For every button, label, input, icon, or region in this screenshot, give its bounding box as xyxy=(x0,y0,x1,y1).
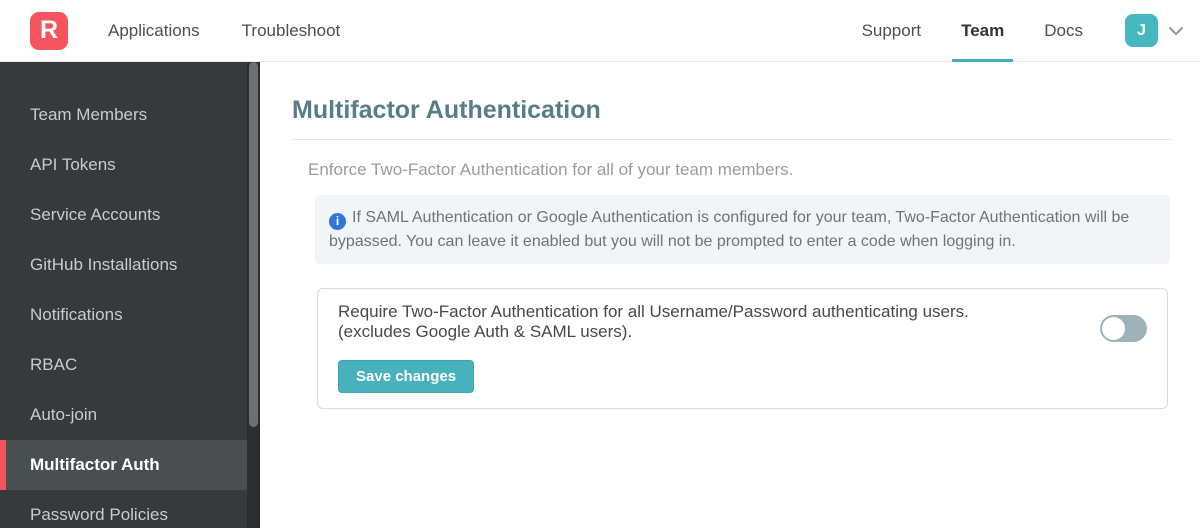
sidebar-scrollbar-thumb[interactable] xyxy=(249,62,258,427)
sidebar-item-multifactor-auth[interactable]: Multifactor Auth xyxy=(0,440,260,490)
sidebar-item-notifications[interactable]: Notifications xyxy=(0,290,260,340)
sidebar-item-team-members[interactable]: Team Members xyxy=(0,90,260,140)
user-menu[interactable]: J xyxy=(1125,14,1184,47)
page-title: Multifactor Authentication xyxy=(292,96,601,124)
page-description: Enforce Two-Factor Authentication for al… xyxy=(308,160,794,179)
nav-item-docs[interactable]: Docs xyxy=(1044,0,1083,62)
nav-left-group: Applications Troubleshoot xyxy=(108,0,340,62)
nav-item-applications[interactable]: Applications xyxy=(108,0,200,62)
rollbar-logo[interactable]: R xyxy=(30,11,68,50)
nav-item-support[interactable]: Support xyxy=(862,0,922,62)
two-factor-toggle[interactable] xyxy=(1100,315,1147,342)
settings-sidebar: Team Members API Tokens Service Accounts… xyxy=(0,62,260,528)
setting-label-line1: Require Two-Factor Authentication for al… xyxy=(338,302,969,321)
avatar-initial: J xyxy=(1137,21,1146,39)
chevron-down-icon xyxy=(1168,26,1184,36)
nav-right-group: Support Team Docs J xyxy=(862,0,1184,62)
sidebar-item-service-accounts[interactable]: Service Accounts xyxy=(0,190,260,240)
nav-item-troubleshoot[interactable]: Troubleshoot xyxy=(242,0,341,62)
sidebar-item-api-tokens[interactable]: API Tokens xyxy=(0,140,260,190)
sidebar-scrollbar[interactable] xyxy=(247,62,260,528)
save-changes-button[interactable]: Save changes xyxy=(338,360,475,393)
saml-info-note: i If SAML Authentication or Google Authen… xyxy=(315,195,1170,264)
toggle-knob xyxy=(1102,317,1125,340)
info-note-text: If SAML Authentication or Google Authent… xyxy=(329,209,1130,250)
setting-label: Require Two-Factor Authentication for al… xyxy=(338,302,1100,342)
setting-label-line2: (excludes Google Auth & SAML users). xyxy=(338,322,633,341)
two-factor-setting-card: Require Two-Factor Authentication for al… xyxy=(317,288,1168,409)
avatar: J xyxy=(1125,14,1158,47)
info-icon: i xyxy=(329,213,346,230)
logo-letter: R xyxy=(39,16,59,44)
sidebar-item-password-policies[interactable]: Password Policies xyxy=(0,490,260,528)
sidebar-item-auto-join[interactable]: Auto-join xyxy=(0,390,260,440)
nav-item-team[interactable]: Team xyxy=(952,0,1014,62)
main-content: Multifactor Authentication Enforce Two-F… xyxy=(260,62,1200,528)
title-divider xyxy=(292,139,1171,140)
sidebar-item-rbac[interactable]: RBAC xyxy=(0,340,260,390)
top-navbar: R Applications Troubleshoot Support Team… xyxy=(0,0,1200,62)
sidebar-item-github-installations[interactable]: GitHub Installations xyxy=(0,240,260,290)
